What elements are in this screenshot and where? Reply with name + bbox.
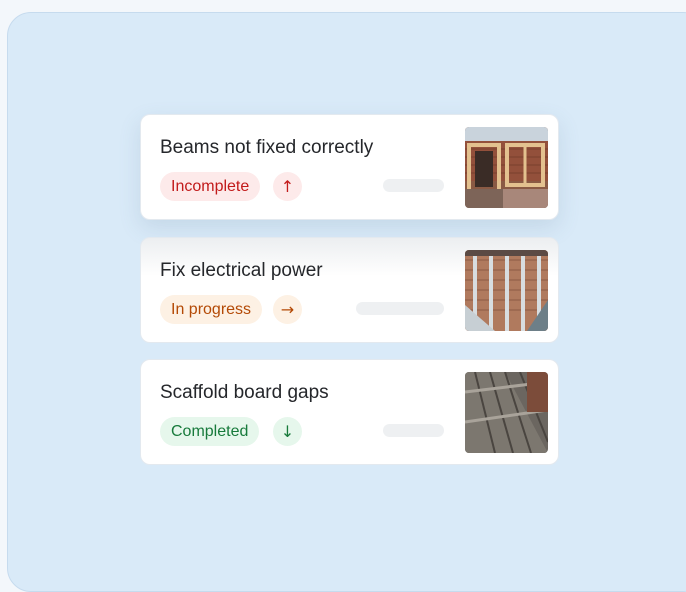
issue-title: Fix electrical power xyxy=(160,260,323,281)
issue-photo xyxy=(465,250,548,331)
text-placeholder xyxy=(383,179,444,192)
issue-card-scaffold[interactable]: Scaffold board gaps Completed ↓ xyxy=(140,359,559,465)
issue-card-beams[interactable]: Beams not fixed correctly Incomplete ↑ xyxy=(140,114,559,220)
status-badge: Completed xyxy=(160,417,260,446)
text-placeholder xyxy=(383,424,444,437)
arrow-up-icon: ↑ xyxy=(273,172,302,201)
issue-card-electrical[interactable]: Fix electrical power In progress → xyxy=(140,237,559,343)
text-placeholder xyxy=(356,302,444,315)
issue-photo xyxy=(465,127,548,208)
arrow-right-icon: → xyxy=(273,295,302,324)
issue-title: Beams not fixed correctly xyxy=(160,137,374,158)
status-badge: In progress xyxy=(160,295,263,324)
status-badge: Incomplete xyxy=(160,172,261,201)
issue-photo xyxy=(465,372,548,453)
arrow-down-icon: ↓ xyxy=(273,417,302,446)
issue-title: Scaffold board gaps xyxy=(160,382,329,403)
